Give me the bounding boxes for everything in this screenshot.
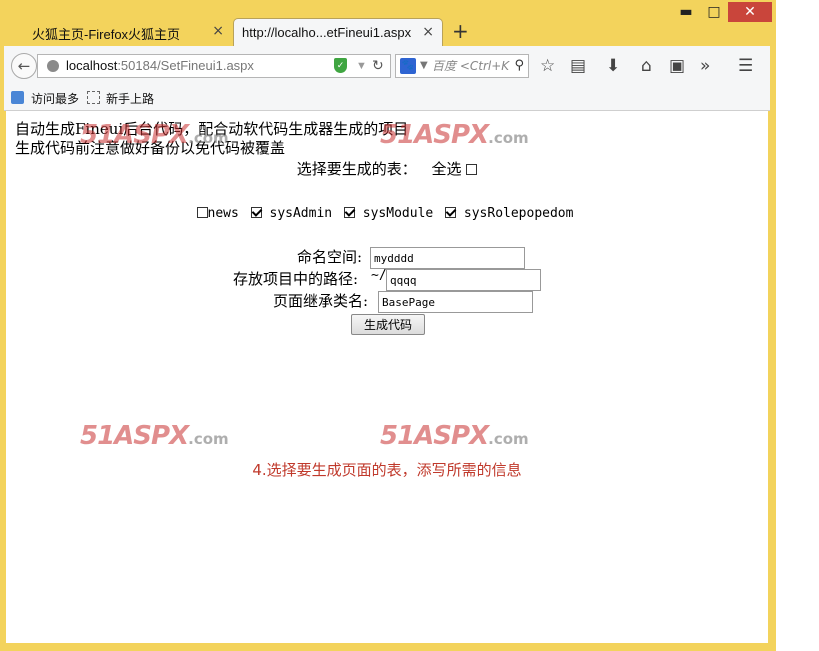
table-checkbox[interactable] xyxy=(445,207,457,218)
watermark-text: 51ASPX xyxy=(380,421,489,451)
namespace-input[interactable] xyxy=(370,247,525,269)
star-icon[interactable]: ☆ xyxy=(540,56,555,76)
search-placeholder: 百度 <Ctrl+K xyxy=(432,59,510,73)
table-item-sysadmin: sysAdmin xyxy=(250,206,333,221)
tab-label: 火狐主页-Firefox火狐主页 xyxy=(32,27,181,42)
title-bar: 火狐主页-Firefox火狐主页 × http://localho...etFi… xyxy=(0,0,776,46)
table-name: sysAdmin xyxy=(269,206,333,221)
overflow-icon[interactable]: » xyxy=(700,56,710,76)
watermark-logo: 51ASPX.com xyxy=(380,421,529,451)
table-item-sysmodule: sysModule xyxy=(343,206,434,221)
base-class-input[interactable] xyxy=(378,291,533,313)
table-chooser-row: 选择要生成的表： 全选 xyxy=(6,159,768,179)
getting-started-icon xyxy=(87,91,100,104)
url-path: :50184/SetFineui1.aspx xyxy=(117,58,254,73)
watermark-text: 51ASPX xyxy=(80,421,189,451)
table-item-news: news xyxy=(196,206,239,221)
search-bar[interactable]: 🐾 ▼ 百度 <Ctrl+K ⚲ xyxy=(395,54,529,78)
tab-close-icon[interactable]: × xyxy=(212,23,224,39)
table-item-sysrolepopedom: sysRolepopedom xyxy=(445,206,573,221)
table-list: news sysAdmin sysModule sysRolepopedom xyxy=(6,205,768,223)
url-host: localhost xyxy=(66,58,118,73)
watermark-suffix: .com xyxy=(188,129,229,147)
choose-label: 选择要生成的表： xyxy=(296,160,417,178)
base-class-label: 页面继承类名: xyxy=(273,292,369,310)
generate-code-button[interactable]: 生成代码 xyxy=(351,314,425,335)
menu-icon[interactable]: ☰ xyxy=(738,56,753,76)
table-checkbox[interactable] xyxy=(196,207,208,218)
table-name: news xyxy=(207,206,239,221)
url-text: localhost:50184/SetFineui1.aspx xyxy=(66,55,254,77)
table-checkbox[interactable] xyxy=(250,207,262,218)
watermark-logo: 51ASPX.com xyxy=(80,421,229,451)
bookmark-getting-started[interactable]: 新手上路 xyxy=(106,90,154,107)
tab-active-page[interactable]: http://localho...etFineui1.aspx × xyxy=(233,18,443,46)
url-bar[interactable]: localhost:50184/SetFineui1.aspx ✓ ▼ ↻ xyxy=(37,54,391,78)
new-tab-button[interactable]: + xyxy=(452,20,469,42)
most-visited-icon xyxy=(11,91,24,104)
table-checkbox[interactable] xyxy=(343,207,355,218)
watermark-logo: 51ASPX.com xyxy=(380,120,529,150)
watermark-text: 51ASPX xyxy=(380,120,489,150)
watermark-suffix: .com xyxy=(188,430,229,448)
path-label: 存放项目中的路径: xyxy=(233,270,359,288)
globe-icon xyxy=(47,60,59,72)
watermark-text: 51ASPX xyxy=(80,120,189,150)
reading-list-icon[interactable]: ▤ xyxy=(570,56,586,76)
path-prefix: ~/ xyxy=(371,268,387,283)
watermark-logo: 51ASPX.com xyxy=(80,120,229,150)
table-name: sysModule xyxy=(362,206,434,221)
select-all-checkbox[interactable] xyxy=(466,164,478,175)
tab-close-icon[interactable]: × xyxy=(422,24,434,40)
page-content: 自动生成Fineui后台代码，配合动软代码生成器生成的项目 生成代码前注意做好备… xyxy=(6,111,768,643)
back-icon[interactable]: ← xyxy=(11,53,37,79)
tab-firefox-home[interactable]: 火狐主页-Firefox火狐主页 × xyxy=(4,18,232,46)
baidu-icon[interactable]: 🐾 xyxy=(400,58,416,74)
step-caption: 4.选择要生成页面的表，添写所需的信息 xyxy=(252,461,522,479)
path-input[interactable] xyxy=(386,269,541,291)
watermark-suffix: .com xyxy=(488,430,529,448)
tab-label: http://localho...etFineui1.aspx xyxy=(242,25,412,40)
select-all-label: 全选 xyxy=(431,160,462,178)
browser-window: 火狐主页-Firefox火狐主页 × http://localho...etFi… xyxy=(0,0,776,651)
watermark-suffix: .com xyxy=(488,129,529,147)
maximize-button[interactable]: □ xyxy=(700,2,728,22)
url-dropdown-icon[interactable]: ▼ xyxy=(356,55,367,77)
close-window-button[interactable]: ✕ xyxy=(728,2,772,22)
table-name: sysRolepopedom xyxy=(463,206,574,221)
bookmarks-bar: 访问最多 新手上路 xyxy=(4,86,770,111)
search-icon[interactable]: ⚲ xyxy=(514,55,524,77)
pocket-icon[interactable]: ▣ xyxy=(669,56,685,76)
reload-icon[interactable]: ↻ xyxy=(372,54,384,76)
bookmark-most-visited[interactable]: 访问最多 xyxy=(31,90,79,107)
nav-toolbar: ← localhost:50184/SetFineui1.aspx ✓ ▼ ↻ … xyxy=(4,46,770,87)
minimize-button[interactable]: ▬ xyxy=(672,2,700,22)
home-icon[interactable]: ⌂ xyxy=(641,56,652,76)
search-engine-dropdown-icon[interactable]: ▼ xyxy=(420,55,428,77)
shield-icon[interactable]: ✓ xyxy=(334,58,347,73)
namespace-label: 命名空间: xyxy=(297,248,363,266)
download-icon[interactable]: ⬇ xyxy=(606,56,620,76)
